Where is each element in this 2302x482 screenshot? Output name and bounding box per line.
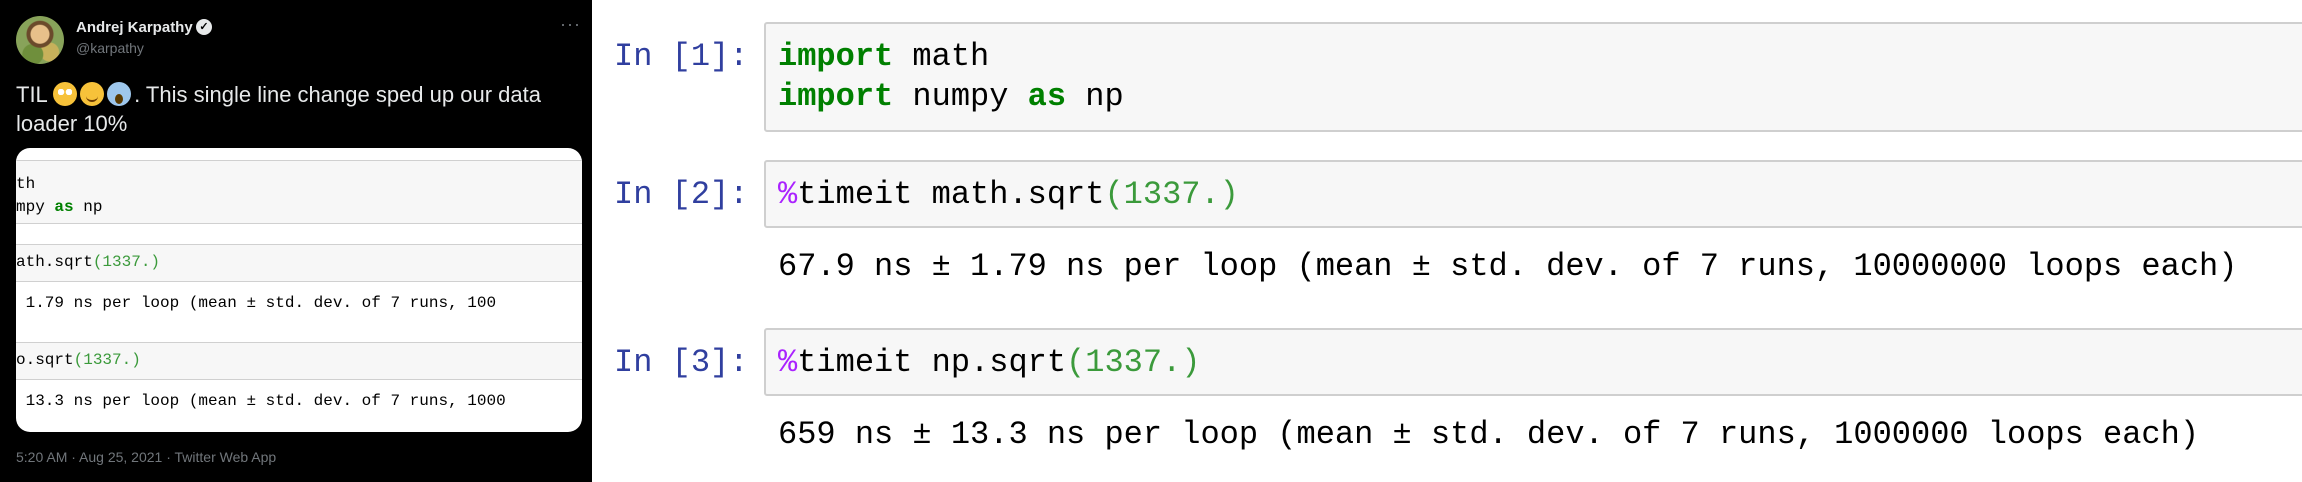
snippet-output: 13.3 ns per loop (mean ± std. dev. of 7 … (16, 392, 506, 410)
snippet-code-line: ath.sqrt(1337.) (16, 253, 160, 271)
snippet-code-line: o.sqrt(1337.) (16, 351, 141, 369)
notebook-panel: In [1]: import math import numpy as np I… (592, 0, 2302, 482)
face-screaming-in-fear-icon (107, 82, 132, 106)
tweet-panel: Andrej Karpathy ✓ @karpathy ··· TIL . Th… (0, 0, 592, 482)
magic-symbol: % (778, 344, 798, 381)
cell-output-2: 67.9 ns ± 1.79 ns per loop (mean ± std. … (778, 248, 2238, 285)
number-literal: (1337.) (1104, 176, 1239, 213)
code-line: %timeit math.sqrt(1337.) (778, 176, 1239, 213)
snippet-number: (1337.) (92, 253, 161, 271)
keyword: import (778, 78, 894, 115)
snippet-number: (1337.) (73, 351, 141, 369)
tweet-image-snippet[interactable]: th mpy as np ath.sqrt(1337.) 1.79 ns per… (16, 148, 582, 432)
code-text: timeit np.sqrt (797, 344, 1067, 381)
cell-output-3: 659 ns ± 13.3 ns per loop (mean ± std. d… (778, 416, 2200, 453)
code-cell-1[interactable]: import math import numpy as np (764, 22, 2302, 132)
snippet-cell-3: o.sqrt(1337.) (16, 342, 582, 380)
code-line: %timeit np.sqrt(1337.) (778, 344, 1200, 381)
cell-prompt-2: In [2]: (614, 176, 749, 213)
code-text: math (893, 38, 990, 75)
snippet-cell-2: ath.sqrt(1337.) (16, 244, 582, 282)
tweet-text-prefix: TIL (16, 82, 54, 107)
keyword: as (1027, 78, 1067, 115)
snippet-code-text: o.sqrt (16, 351, 74, 369)
snippet-code-text: np (73, 198, 103, 216)
code-line: import numpy as np (778, 78, 1124, 115)
magic-symbol: % (778, 176, 798, 213)
flushed-face-icon (53, 82, 78, 106)
author-name[interactable]: Andrej Karpathy (76, 19, 193, 36)
cell-prompt-1: In [1]: (614, 38, 749, 75)
relieved-face-icon (80, 82, 105, 106)
snippet-output: 1.79 ns per loop (mean ± std. dev. of 7 … (16, 294, 497, 312)
snippet-code-text: ath.sqrt (16, 253, 93, 271)
more-options-icon[interactable]: ··· (560, 14, 581, 35)
tweet-text: TIL . This single line change sped up ou… (16, 80, 582, 138)
keyword: import (778, 38, 894, 75)
code-text: np (1066, 78, 1124, 115)
tweet-timestamp[interactable]: 5:20 AM · Aug 25, 2021 · Twitter Web App (16, 449, 276, 465)
snippet-code-line: mpy as np (16, 198, 102, 216)
code-text: timeit math.sqrt (797, 176, 1105, 213)
code-line: import math (778, 38, 989, 75)
verified-badge-icon: ✓ (196, 19, 212, 35)
snippet-keyword: as (54, 198, 74, 216)
author-handle[interactable]: @karpathy (76, 40, 144, 56)
number-literal: (1337.) (1066, 344, 1201, 381)
snippet-code-line: th (16, 175, 36, 193)
code-text: numpy (893, 78, 1028, 115)
code-cell-2[interactable]: %timeit math.sqrt(1337.) (764, 160, 2302, 228)
snippet-cell-1: th mpy as np (16, 160, 582, 224)
cell-prompt-3: In [3]: (614, 344, 749, 381)
snippet-code-text: mpy (16, 198, 55, 216)
avatar[interactable] (16, 16, 64, 64)
code-cell-3[interactable]: %timeit np.sqrt(1337.) (764, 328, 2302, 396)
